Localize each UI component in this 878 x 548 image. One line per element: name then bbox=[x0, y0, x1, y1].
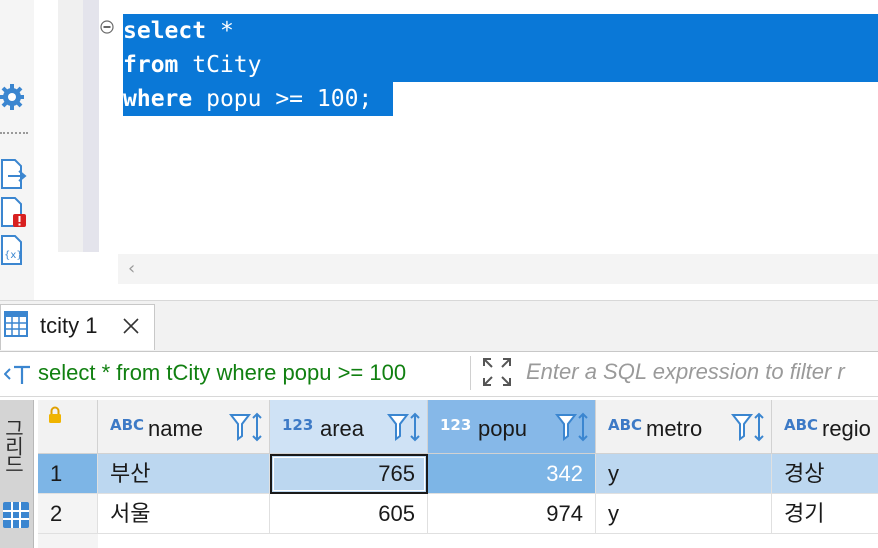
table-row[interactable]: 1 부산 765 342 y 경상 bbox=[38, 454, 878, 494]
column-filter-sort-icon[interactable] bbox=[730, 412, 767, 447]
export-icon[interactable] bbox=[0, 158, 28, 190]
metro-cell[interactable]: y bbox=[596, 454, 772, 494]
horizontal-scrollbar[interactable] bbox=[118, 254, 878, 284]
text-type-badge: ABC bbox=[608, 416, 643, 434]
column-header-popu[interactable]: 123 popu bbox=[428, 400, 596, 454]
collapse-icon[interactable] bbox=[100, 20, 114, 34]
active-query-text: select * from tCity where popu >= 100 bbox=[38, 360, 407, 385]
expand-filter-icon[interactable] bbox=[481, 356, 513, 388]
sql-text: * bbox=[206, 18, 234, 44]
column-header-label: name bbox=[148, 416, 204, 441]
area-cell-focused[interactable]: 765 bbox=[270, 454, 428, 494]
grid-view-icon[interactable] bbox=[2, 501, 30, 529]
sql-query-icon bbox=[3, 362, 36, 386]
metro-cell[interactable]: y bbox=[596, 494, 772, 534]
gear-icon[interactable] bbox=[0, 82, 28, 112]
column-header-label: metro bbox=[646, 416, 703, 441]
popu-cell[interactable]: 342 bbox=[428, 454, 596, 494]
variables-icon[interactable]: {x} bbox=[0, 234, 28, 266]
column-header-label: area bbox=[320, 416, 365, 441]
grid-view-side-tab-label: 그리드 bbox=[1, 418, 25, 472]
line-number-gutter bbox=[58, 0, 83, 252]
region-cell[interactable]: 경기 bbox=[772, 494, 878, 534]
lock-icon bbox=[48, 406, 62, 429]
results-tab-label: tcity 1 bbox=[40, 313, 98, 338]
column-filter-sort-icon[interactable] bbox=[386, 412, 423, 447]
sql-line-3[interactable]: where popu >= 100; bbox=[123, 82, 372, 116]
annotation-ruler bbox=[83, 0, 99, 252]
scroll-left-arrow-icon[interactable]: ‹ bbox=[128, 258, 135, 279]
column-filter-sort-icon[interactable] bbox=[228, 412, 265, 447]
sql-keyword: select bbox=[123, 18, 207, 44]
sql-keyword: from bbox=[123, 52, 179, 78]
name-cell[interactable]: 서울 bbox=[98, 494, 270, 534]
popu-cell[interactable]: 974 bbox=[428, 494, 596, 534]
sql-keyword: where bbox=[123, 86, 193, 112]
column-header-metro[interactable]: ABC metro bbox=[596, 400, 772, 454]
number-type-badge: 123 bbox=[440, 416, 472, 434]
problem-icon[interactable] bbox=[0, 196, 28, 228]
close-tab-icon[interactable] bbox=[121, 316, 141, 336]
column-header-name[interactable]: ABC name bbox=[98, 400, 270, 454]
number-type-badge: 123 bbox=[282, 416, 314, 434]
filter-divider bbox=[470, 356, 471, 390]
row-header-corner bbox=[38, 400, 98, 454]
column-header-region[interactable]: ABC regio bbox=[772, 400, 878, 454]
toolbar-separator bbox=[0, 132, 28, 136]
column-header-label: popu bbox=[478, 416, 527, 441]
grid-table-icon bbox=[4, 311, 28, 337]
svg-text:{x}: {x} bbox=[4, 250, 23, 261]
sql-line-2[interactable]: from tCity bbox=[123, 48, 261, 82]
table-row[interactable]: 2 서울 605 974 y 경기 bbox=[38, 494, 878, 534]
name-cell[interactable]: 부산 bbox=[98, 454, 270, 494]
column-header-label: regio bbox=[822, 416, 871, 441]
row-number-cell[interactable]: 2 bbox=[38, 494, 98, 534]
area-cell[interactable]: 605 bbox=[270, 494, 428, 534]
text-type-badge: ABC bbox=[784, 416, 819, 434]
filter-input[interactable]: Enter a SQL expression to filter r bbox=[526, 359, 845, 385]
column-filter-sort-icon[interactable] bbox=[554, 412, 591, 447]
column-header-area[interactable]: 123 area bbox=[270, 400, 428, 454]
text-type-badge: ABC bbox=[110, 416, 145, 434]
sql-text: popu >= 100; bbox=[192, 86, 373, 112]
sql-text: tCity bbox=[178, 52, 262, 78]
sql-line-1[interactable]: select * bbox=[123, 14, 234, 48]
row-number-cell[interactable]: 1 bbox=[38, 454, 98, 494]
region-cell[interactable]: 경상 bbox=[772, 454, 878, 494]
